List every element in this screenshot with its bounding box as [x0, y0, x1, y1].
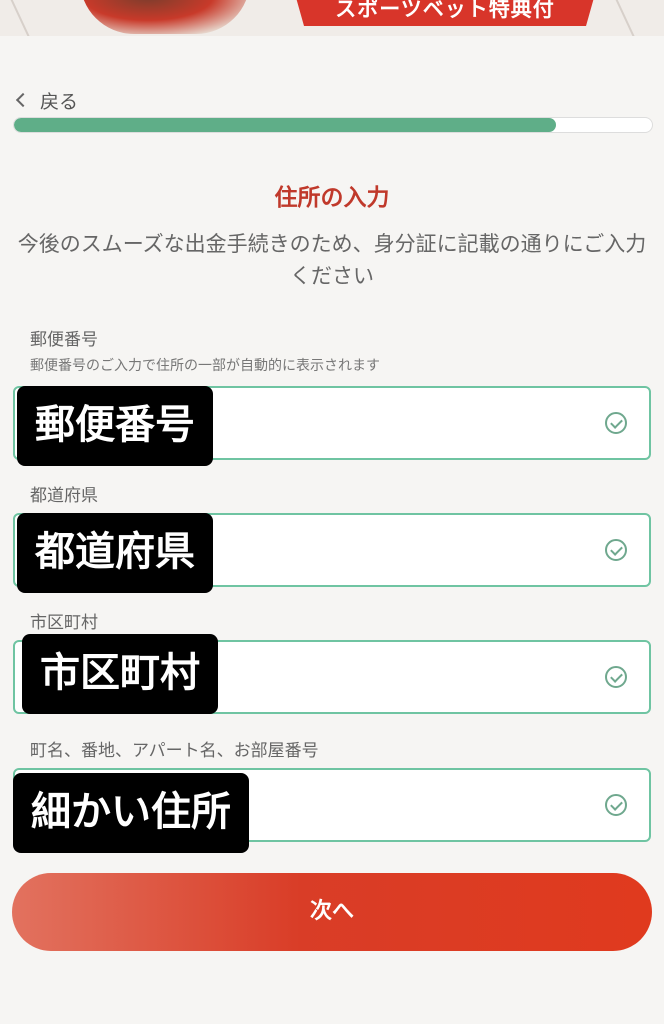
promo-banner[interactable]: スポーツベット特典付 [0, 0, 664, 36]
check-circle-icon [605, 666, 627, 688]
street-label: 町名、番地、アパート名、お部屋番号 [30, 741, 319, 761]
city-label: 市区町村 [30, 613, 98, 633]
progress-bar [13, 117, 653, 133]
page-description: 今後のスムーズな出金手続きのため、身分証に記載の通りにご入力ください [17, 232, 647, 288]
check-circle-icon [605, 412, 627, 434]
banner-ribbon: スポーツベット特典付 [295, 0, 595, 26]
back-label: 戻る [40, 90, 79, 113]
postal-overlay-label: 郵便番号 [17, 386, 213, 466]
prefecture-overlay-label: 都道府県 [17, 513, 213, 593]
next-button[interactable]: 次へ [12, 873, 652, 951]
banner-decoration [612, 0, 640, 36]
banner-decoration [7, 0, 35, 36]
chevron-left-icon [15, 92, 31, 108]
street-overlay-label: 細かい住所 [13, 773, 249, 853]
progress-fill [14, 118, 557, 132]
city-overlay-label: 市区町村 [22, 634, 218, 714]
check-circle-icon [605, 539, 627, 561]
page-title: 住所の入力 [274, 185, 390, 211]
check-circle-icon [605, 794, 627, 816]
postal-label: 郵便番号 [30, 330, 98, 350]
postal-hint: 郵便番号のご入力で住所の一部が自動的に表示されます [30, 358, 380, 374]
back-button[interactable]: 戻る [14, 86, 78, 114]
banner-illustration [80, 0, 250, 34]
prefecture-label: 都道府県 [30, 486, 98, 506]
